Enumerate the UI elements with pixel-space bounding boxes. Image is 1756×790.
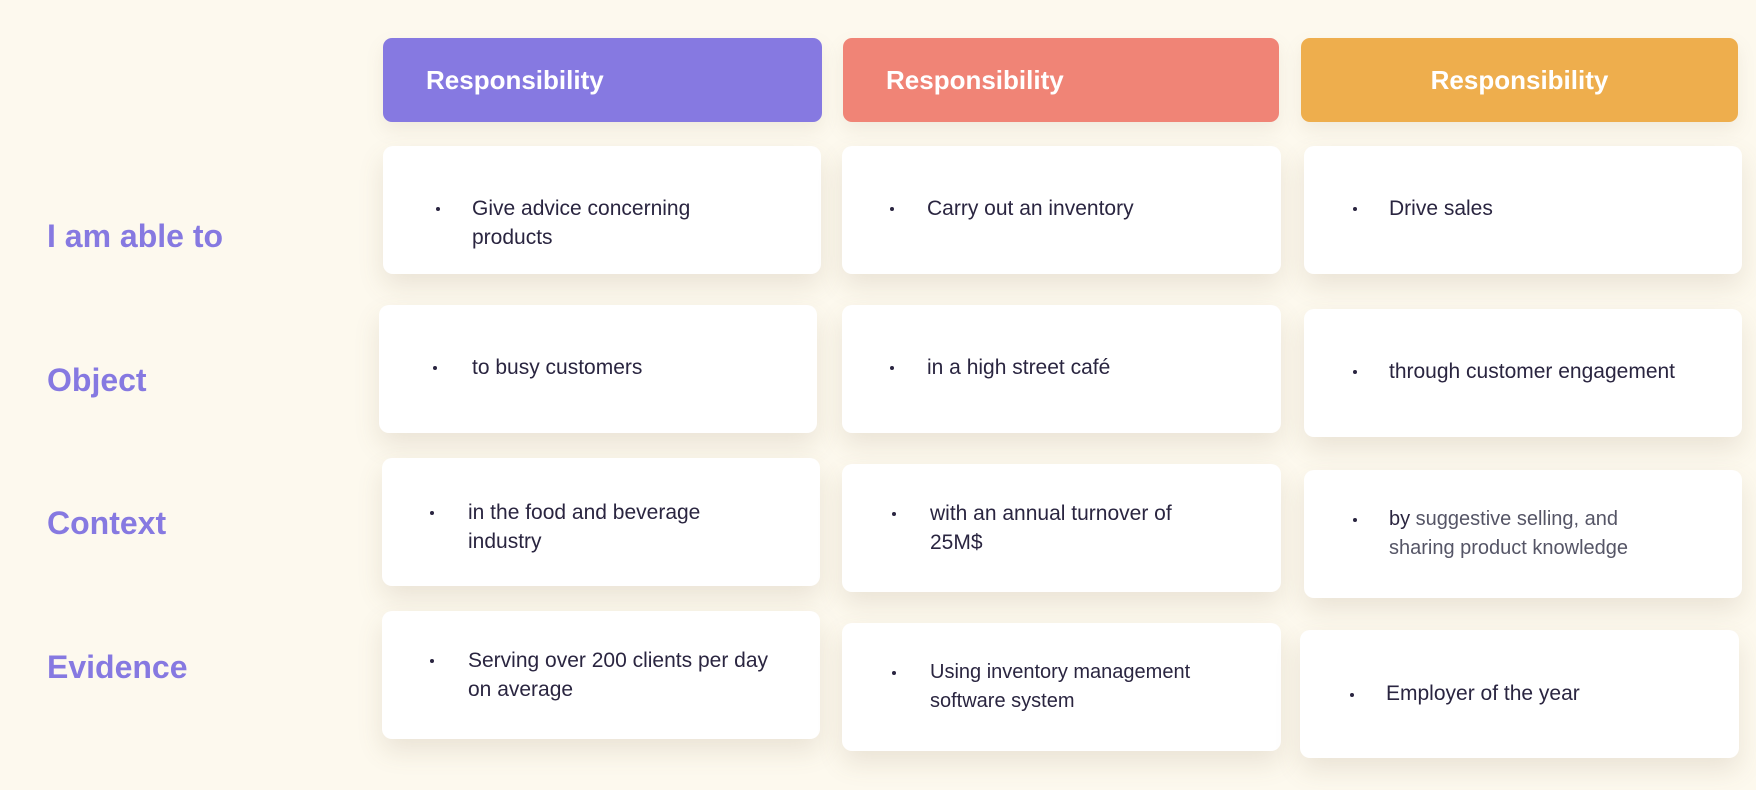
card-context-1: in the food and beverage industry xyxy=(382,458,820,586)
dot-bullet-icon xyxy=(892,512,896,516)
dot-bullet-icon xyxy=(890,207,894,211)
card-object-1: to busy customers xyxy=(379,305,817,433)
row-label-able-to: I am able to xyxy=(47,218,224,254)
card-context-3: by suggestive selling, and sharing produ… xyxy=(1304,470,1742,598)
card-evidence-1: Serving over 200 clients per day on aver… xyxy=(382,611,820,739)
column-header-1-label: Responsibility xyxy=(426,64,604,95)
card-text: Drive sales xyxy=(1389,197,1493,220)
column-header-3-label: Responsibility xyxy=(1430,64,1609,95)
card-evidence-3: Employer of the year xyxy=(1300,630,1739,758)
dot-bullet-icon xyxy=(430,659,434,663)
dot-bullet-icon xyxy=(436,207,440,211)
dot-bullet-icon xyxy=(430,511,434,515)
card-text: in the food and beverage industry xyxy=(468,501,701,553)
card-text: Carry out an inventory xyxy=(927,197,1134,220)
dot-bullet-icon xyxy=(433,366,437,370)
dot-bullet-icon xyxy=(1353,207,1357,211)
card-text: by suggestive selling, and sharing produ… xyxy=(1389,505,1689,563)
card-text: Using inventory management software syst… xyxy=(930,661,1191,712)
card-object-3: through customer engagement xyxy=(1304,309,1742,437)
dot-bullet-icon xyxy=(1353,518,1357,522)
card-able-to-1: Give advice concerning products xyxy=(383,146,821,274)
column-header-2-label: Responsibility xyxy=(886,64,1064,95)
dot-bullet-icon xyxy=(1353,370,1357,374)
dot-bullet-icon xyxy=(1350,693,1354,697)
card-text: Employer of the year xyxy=(1386,682,1580,705)
card-text: in a high street café xyxy=(927,356,1111,379)
card-text-rest: suggestive selling, and sharing product … xyxy=(1389,508,1629,559)
row-label-object: Object xyxy=(47,362,147,398)
card-text-lead: by xyxy=(1389,508,1411,530)
card-text: with an annual turnover of 25M$ xyxy=(930,502,1172,554)
card-text: through customer engagement xyxy=(1389,360,1676,383)
card-text: Give advice concerning products xyxy=(472,197,691,249)
card-text: Serving over 200 clients per day on aver… xyxy=(468,649,768,701)
column-header-2: Responsibility xyxy=(843,38,1279,122)
card-evidence-2: Using inventory management software syst… xyxy=(842,623,1281,751)
card-context-2: with an annual turnover of 25M$ xyxy=(842,464,1281,592)
card-able-to-3: Drive sales xyxy=(1304,146,1742,274)
dot-bullet-icon xyxy=(892,671,896,675)
card-able-to-2: Carry out an inventory xyxy=(842,146,1281,274)
card-text: to busy customers xyxy=(472,356,643,379)
card-object-2: in a high street café xyxy=(842,305,1281,433)
dot-bullet-icon xyxy=(890,366,894,370)
row-label-evidence: Evidence xyxy=(47,649,188,685)
row-label-context: Context xyxy=(47,505,167,541)
column-header-3: Responsibility xyxy=(1301,38,1738,122)
column-header-1: Responsibility xyxy=(383,38,822,122)
